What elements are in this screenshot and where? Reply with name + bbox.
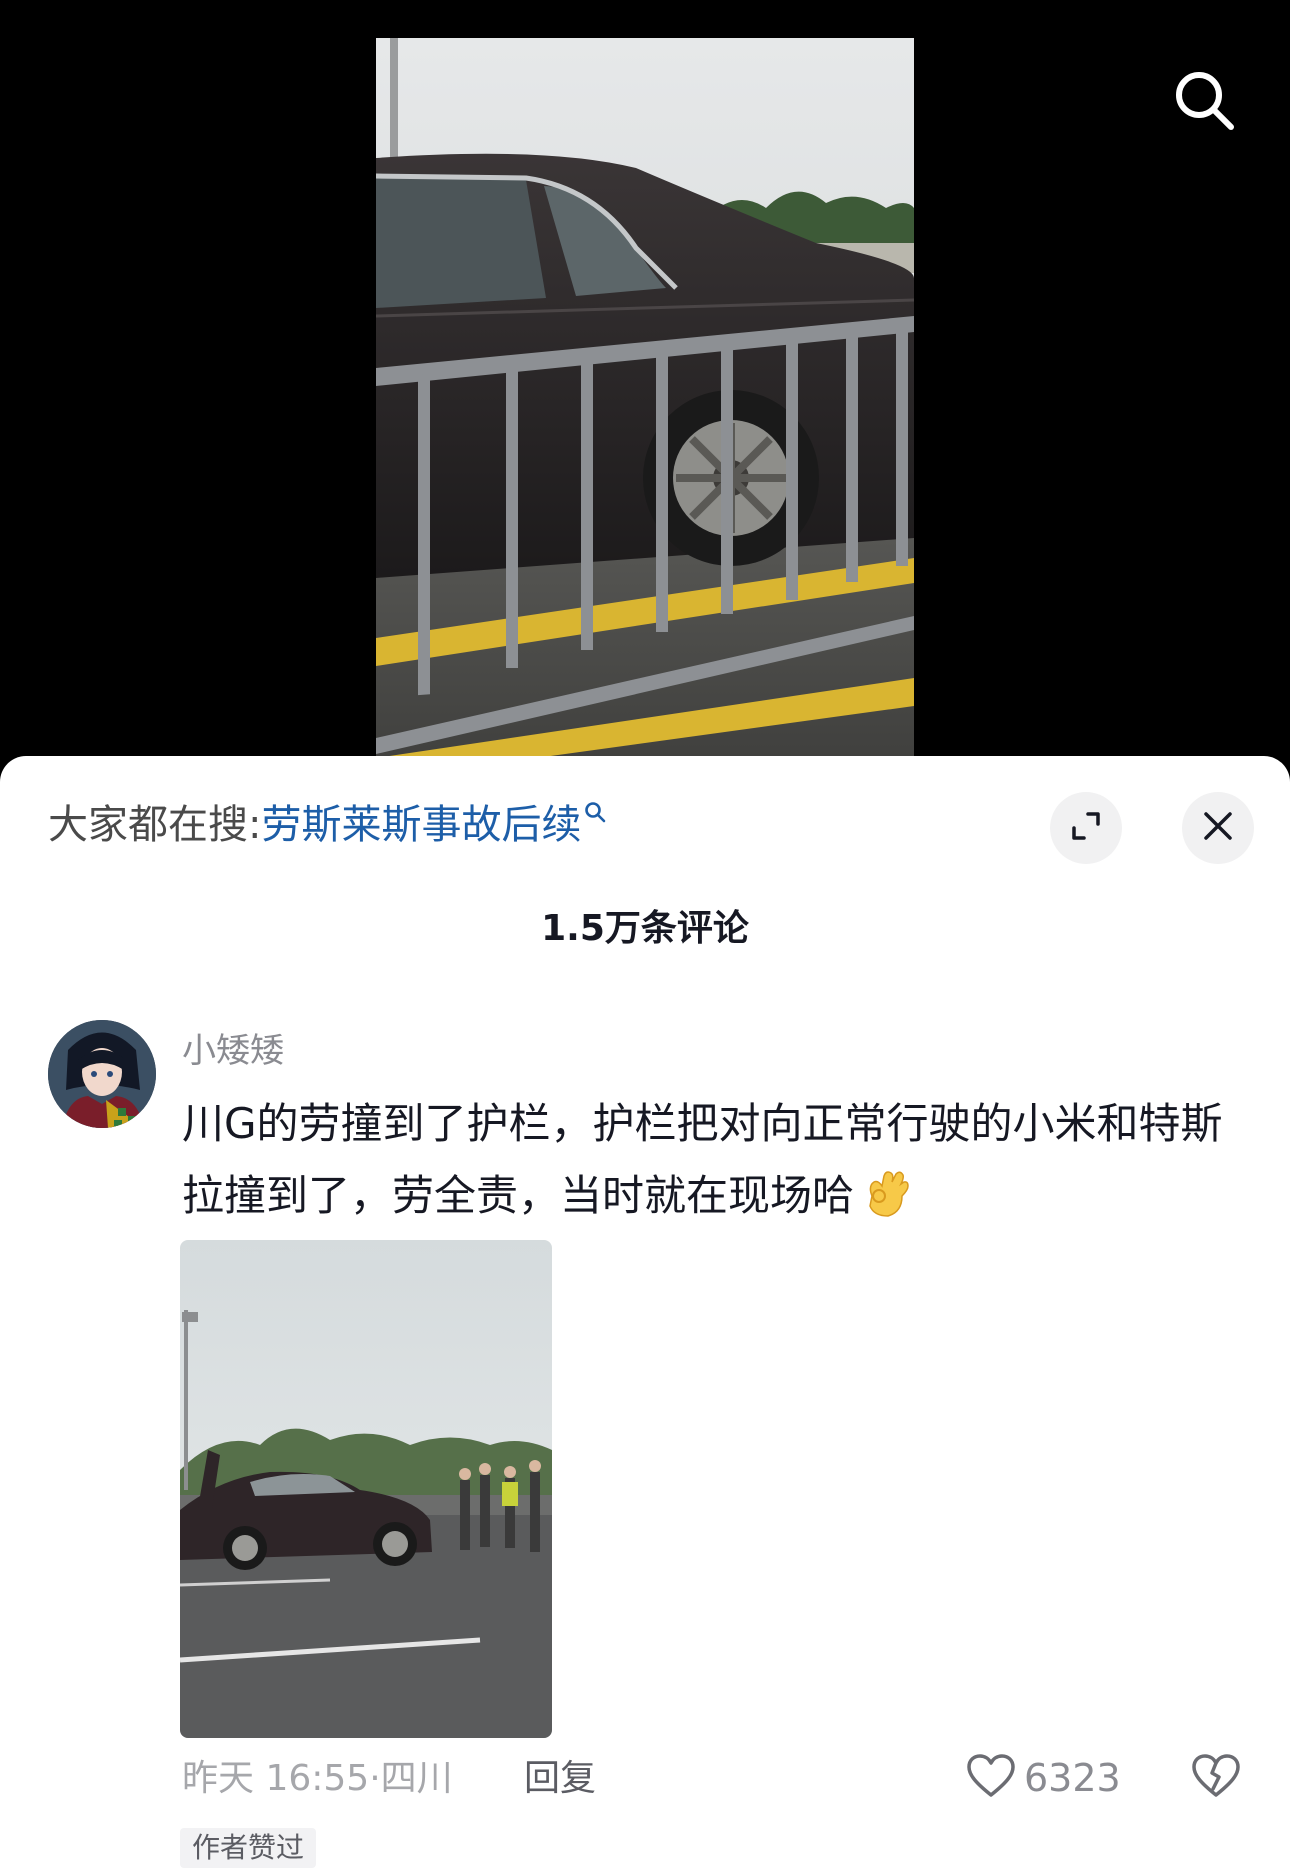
video-thumbnail: [376, 38, 914, 780]
video-frame[interactable]: [376, 38, 914, 780]
video-player[interactable]: [0, 0, 1290, 780]
hot-search-query[interactable]: 劳斯莱斯事故后续: [261, 800, 581, 850]
comment-text: 川G的劳撞到了护栏，护栏把对向正常行驶的小米和特斯拉撞到了，劳全责，当时就在现场…: [182, 1099, 1223, 1220]
comment-location: 四川: [380, 1758, 453, 1799]
avatar[interactable]: [48, 1020, 156, 1128]
search-button[interactable]: [1168, 66, 1240, 138]
like-count: 6323: [1024, 1756, 1121, 1800]
meta-separator: ·: [369, 1758, 381, 1799]
comment-sheet: 大家都在搜: 劳斯莱斯事故后续 1.5万条评论 小矮矮 川G的劳撞到了护栏，护栏…: [0, 756, 1290, 1874]
hot-search-link[interactable]: 大家都在搜: 劳斯莱斯事故后续: [48, 800, 607, 850]
heart-outline-icon: [966, 1753, 1016, 1803]
ok-hand-emoji: [858, 1166, 912, 1220]
comment-body: 川G的劳撞到了护栏，护栏把对向正常行驶的小米和特斯拉撞到了，劳全责，当时就在现场…: [182, 1088, 1242, 1232]
dislike-button[interactable]: [1188, 1750, 1244, 1806]
search-icon: [1171, 67, 1237, 137]
comment-image[interactable]: [180, 1240, 552, 1738]
search-small-icon: [583, 786, 607, 836]
like-button[interactable]: 6323: [966, 1750, 1121, 1806]
comment-item: 小矮矮 川G的劳撞到了护栏，护栏把对向正常行驶的小米和特斯拉撞到了，劳全责，当时…: [0, 1020, 1290, 1870]
reply-button[interactable]: 回复: [524, 1756, 596, 1802]
close-icon: [1201, 809, 1235, 847]
author-liked-badge: 作者赞过: [180, 1828, 317, 1868]
comment-username[interactable]: 小矮矮: [182, 1030, 284, 1072]
comment-count: 1.5万条评论: [541, 908, 749, 949]
sheet-header: 大家都在搜: 劳斯莱斯事故后续 1.5万条评论: [0, 756, 1290, 949]
expand-button[interactable]: [1050, 792, 1122, 864]
comment-timestamp: 昨天 16:55: [182, 1758, 370, 1799]
hot-search-prefix: 大家都在搜:: [48, 802, 262, 848]
comment-meta: 昨天 16:55·四川: [182, 1756, 453, 1802]
broken-heart-icon: [1191, 1753, 1241, 1803]
expand-icon: [1068, 808, 1104, 848]
close-button[interactable]: [1182, 792, 1254, 864]
